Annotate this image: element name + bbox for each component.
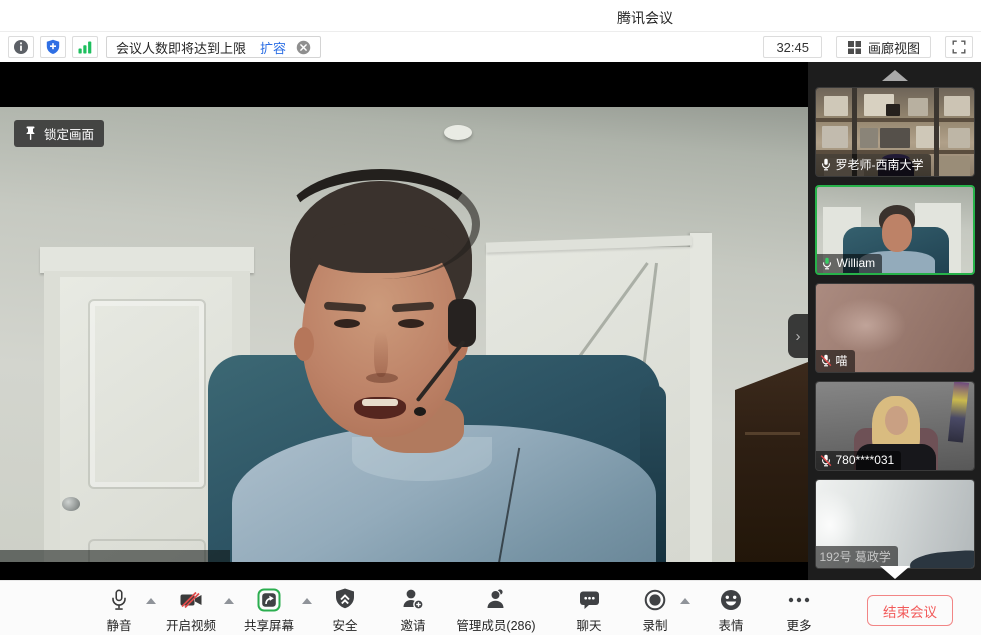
- close-icon: [296, 40, 311, 55]
- participant-thumbnail-active[interactable]: William: [815, 185, 975, 275]
- mic-on-icon: [820, 158, 832, 171]
- microphone-icon: [107, 587, 131, 613]
- reactions-button[interactable]: 表情: [708, 586, 754, 634]
- scroll-up-arrow[interactable]: [882, 70, 908, 81]
- participant-name: 罗老师-西南大学: [836, 156, 924, 173]
- participant-name: 喵: [836, 352, 848, 369]
- share-options-caret[interactable]: [302, 598, 312, 604]
- shield-plus-icon: [45, 39, 61, 55]
- participant-name-badge: 喵: [816, 350, 855, 372]
- record-options-caret[interactable]: [680, 598, 690, 604]
- more-dots-icon: [786, 588, 812, 612]
- start-video-label: 开启视频: [166, 615, 216, 634]
- invite-button[interactable]: 邀请: [390, 586, 436, 634]
- participant-thumbnail[interactable]: 罗老师-西南大学: [815, 87, 975, 177]
- participant-name-badge: 192号 葛政学: [816, 546, 898, 568]
- status-bar-right: 32:45 画廊视图: [763, 36, 973, 58]
- mic-muted-icon: [820, 354, 832, 367]
- participant-name: 780****031: [836, 453, 895, 467]
- pin-icon: [24, 126, 37, 141]
- chat-bubble-icon: [577, 588, 602, 612]
- reactions-label: 表情: [718, 615, 743, 634]
- camera-off-icon: [178, 588, 204, 612]
- fullscreen-icon: [951, 39, 967, 55]
- participant-name-badge: 罗老师-西南大学: [816, 154, 931, 176]
- record-icon: [643, 588, 667, 612]
- scroll-down-arrow[interactable]: [880, 566, 910, 579]
- invite-person-icon: [400, 587, 426, 612]
- participant-name-badge: 780****031: [816, 451, 902, 470]
- window-title: 腾讯会议: [617, 8, 673, 28]
- meeting-protect-button[interactable]: [40, 36, 66, 58]
- main-video: [0, 107, 808, 562]
- record-button[interactable]: 录制: [632, 586, 678, 634]
- security-shield-icon: [333, 587, 357, 612]
- meeting-info-button[interactable]: [8, 36, 34, 58]
- meeting-timer: 32:45: [763, 36, 822, 58]
- video-options-caret[interactable]: [224, 598, 234, 604]
- end-meeting-button[interactable]: 结束会议: [867, 595, 953, 626]
- mic-options-caret[interactable]: [146, 598, 156, 604]
- security-label: 安全: [332, 615, 357, 634]
- manage-members-button[interactable]: 管理成员(286): [450, 586, 542, 634]
- share-screen-button[interactable]: 共享屏幕: [238, 586, 300, 634]
- capacity-warning-text: 会议人数即将达到上限: [116, 38, 246, 57]
- network-quality-button[interactable]: [72, 36, 98, 58]
- participant-thumbnail[interactable]: 喵: [815, 283, 975, 373]
- participant-name-badge: William: [817, 254, 883, 273]
- participant-thumbnail[interactable]: 780****031: [815, 381, 975, 471]
- dismiss-warning-button[interactable]: [296, 40, 311, 55]
- chat-button[interactable]: 聊天: [566, 586, 612, 634]
- manage-members-label: 管理成员(286): [456, 615, 535, 634]
- chevron-right-icon: ›: [796, 328, 801, 345]
- expand-capacity-link[interactable]: 扩容: [260, 38, 286, 57]
- members-icon: [483, 587, 509, 612]
- capacity-warning-banner: 会议人数即将达到上限 扩容: [106, 36, 321, 58]
- share-screen-label: 共享屏幕: [244, 615, 294, 634]
- participant-name: 192号 葛政学: [820, 548, 891, 565]
- signal-bars-icon: [77, 39, 93, 55]
- mic-speaking-icon: [821, 257, 833, 270]
- invite-label: 邀请: [400, 615, 425, 634]
- chat-label: 聊天: [576, 615, 601, 634]
- grid-icon: [847, 40, 862, 55]
- gallery-view-button[interactable]: 画廊视图: [836, 36, 931, 58]
- share-screen-icon: [257, 588, 281, 612]
- more-label: 更多: [786, 615, 811, 634]
- title-bar: 腾讯会议: [0, 0, 981, 32]
- start-video-button[interactable]: 开启视频: [160, 586, 222, 634]
- info-icon: [13, 39, 29, 55]
- meeting-window: 腾讯会议 会议人数即将达到上限 扩容: [0, 0, 981, 635]
- lock-view-label: 锁定画面: [44, 124, 94, 143]
- more-button[interactable]: 更多: [776, 586, 822, 634]
- mic-muted-icon: [820, 454, 832, 467]
- lock-view-button[interactable]: 锁定画面: [14, 120, 104, 147]
- fullscreen-button[interactable]: [945, 36, 973, 58]
- participant-name: William: [837, 256, 876, 270]
- meeting-toolbar: 静音 开启视频: [0, 580, 981, 635]
- smiley-icon: [719, 588, 743, 612]
- collapse-sidebar-button[interactable]: ›: [788, 314, 808, 358]
- record-label: 录制: [642, 615, 667, 634]
- mute-button[interactable]: 静音: [94, 586, 144, 634]
- gallery-view-label: 画廊视图: [868, 38, 920, 57]
- mute-label: 静音: [106, 615, 131, 634]
- security-button[interactable]: 安全: [322, 586, 368, 634]
- status-bar: 会议人数即将达到上限 扩容 32:45 画廊视图: [0, 32, 981, 62]
- main-video-stage: 锁定画面 ›: [0, 62, 808, 580]
- participant-thumbnail[interactable]: 192号 葛政学: [815, 479, 975, 569]
- participants-sidebar: 罗老师-西南大学 William: [808, 62, 981, 580]
